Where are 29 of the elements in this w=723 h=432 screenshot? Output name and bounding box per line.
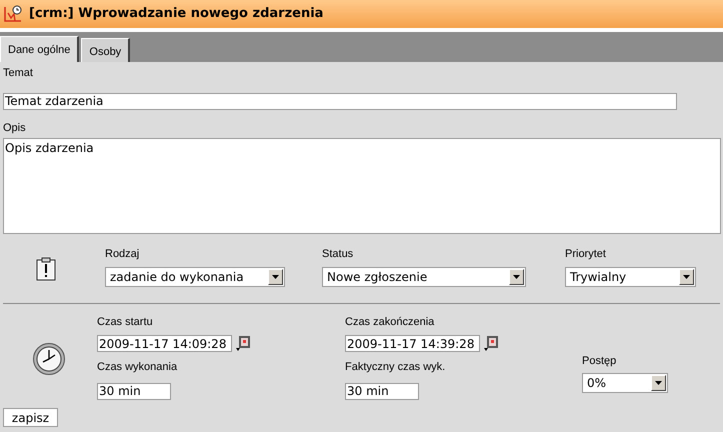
field-label: Status [322, 248, 354, 261]
type-select[interactable]: zadanie do wykonania [105, 267, 285, 287]
tab[interactable]: Dane ogólne [0, 36, 80, 62]
end-time-input[interactable]: 2009-11-17 14:39:28 [345, 335, 480, 352]
status-select[interactable]: Nowe zgłoszenie [322, 267, 526, 287]
clipboard-exclamation-icon [36, 257, 56, 281]
save-button[interactable]: zapisz [3, 408, 58, 427]
field-label: Czas startu [97, 316, 154, 329]
clock-icon [32, 342, 66, 376]
field-label: Temat [3, 67, 34, 80]
field-label: Priorytet [565, 248, 607, 261]
field-label: Czas wykonania [97, 361, 178, 374]
progress-select[interactable]: 0% [582, 373, 668, 393]
field-label: Opis [3, 122, 27, 135]
start-time-input[interactable]: 2009-11-17 14:09:28 [97, 335, 232, 352]
calendar-icon [235, 335, 251, 352]
description-textarea[interactable]: Opis zdarzenia [3, 138, 721, 234]
field-label: Czas zakończenia [345, 316, 436, 329]
actual-duration-input[interactable]: 30 min [345, 382, 419, 400]
subject-input[interactable]: Temat zdarzenia [3, 92, 677, 110]
calendar-icon [483, 335, 499, 352]
field-label: Faktyczny czas wyk. [345, 361, 446, 374]
field-label: Postęp [582, 355, 618, 368]
tab[interactable]: Osoby [81, 38, 130, 62]
window-title: [crm:] Wprowadzanie nowego zdarzenia [29, 5, 324, 24]
field-label: Rodzaj [105, 248, 140, 261]
duration-input[interactable]: 30 min [97, 382, 171, 400]
priority-select[interactable]: Trywialny [565, 267, 696, 287]
chart-clock-icon [4, 5, 22, 23]
